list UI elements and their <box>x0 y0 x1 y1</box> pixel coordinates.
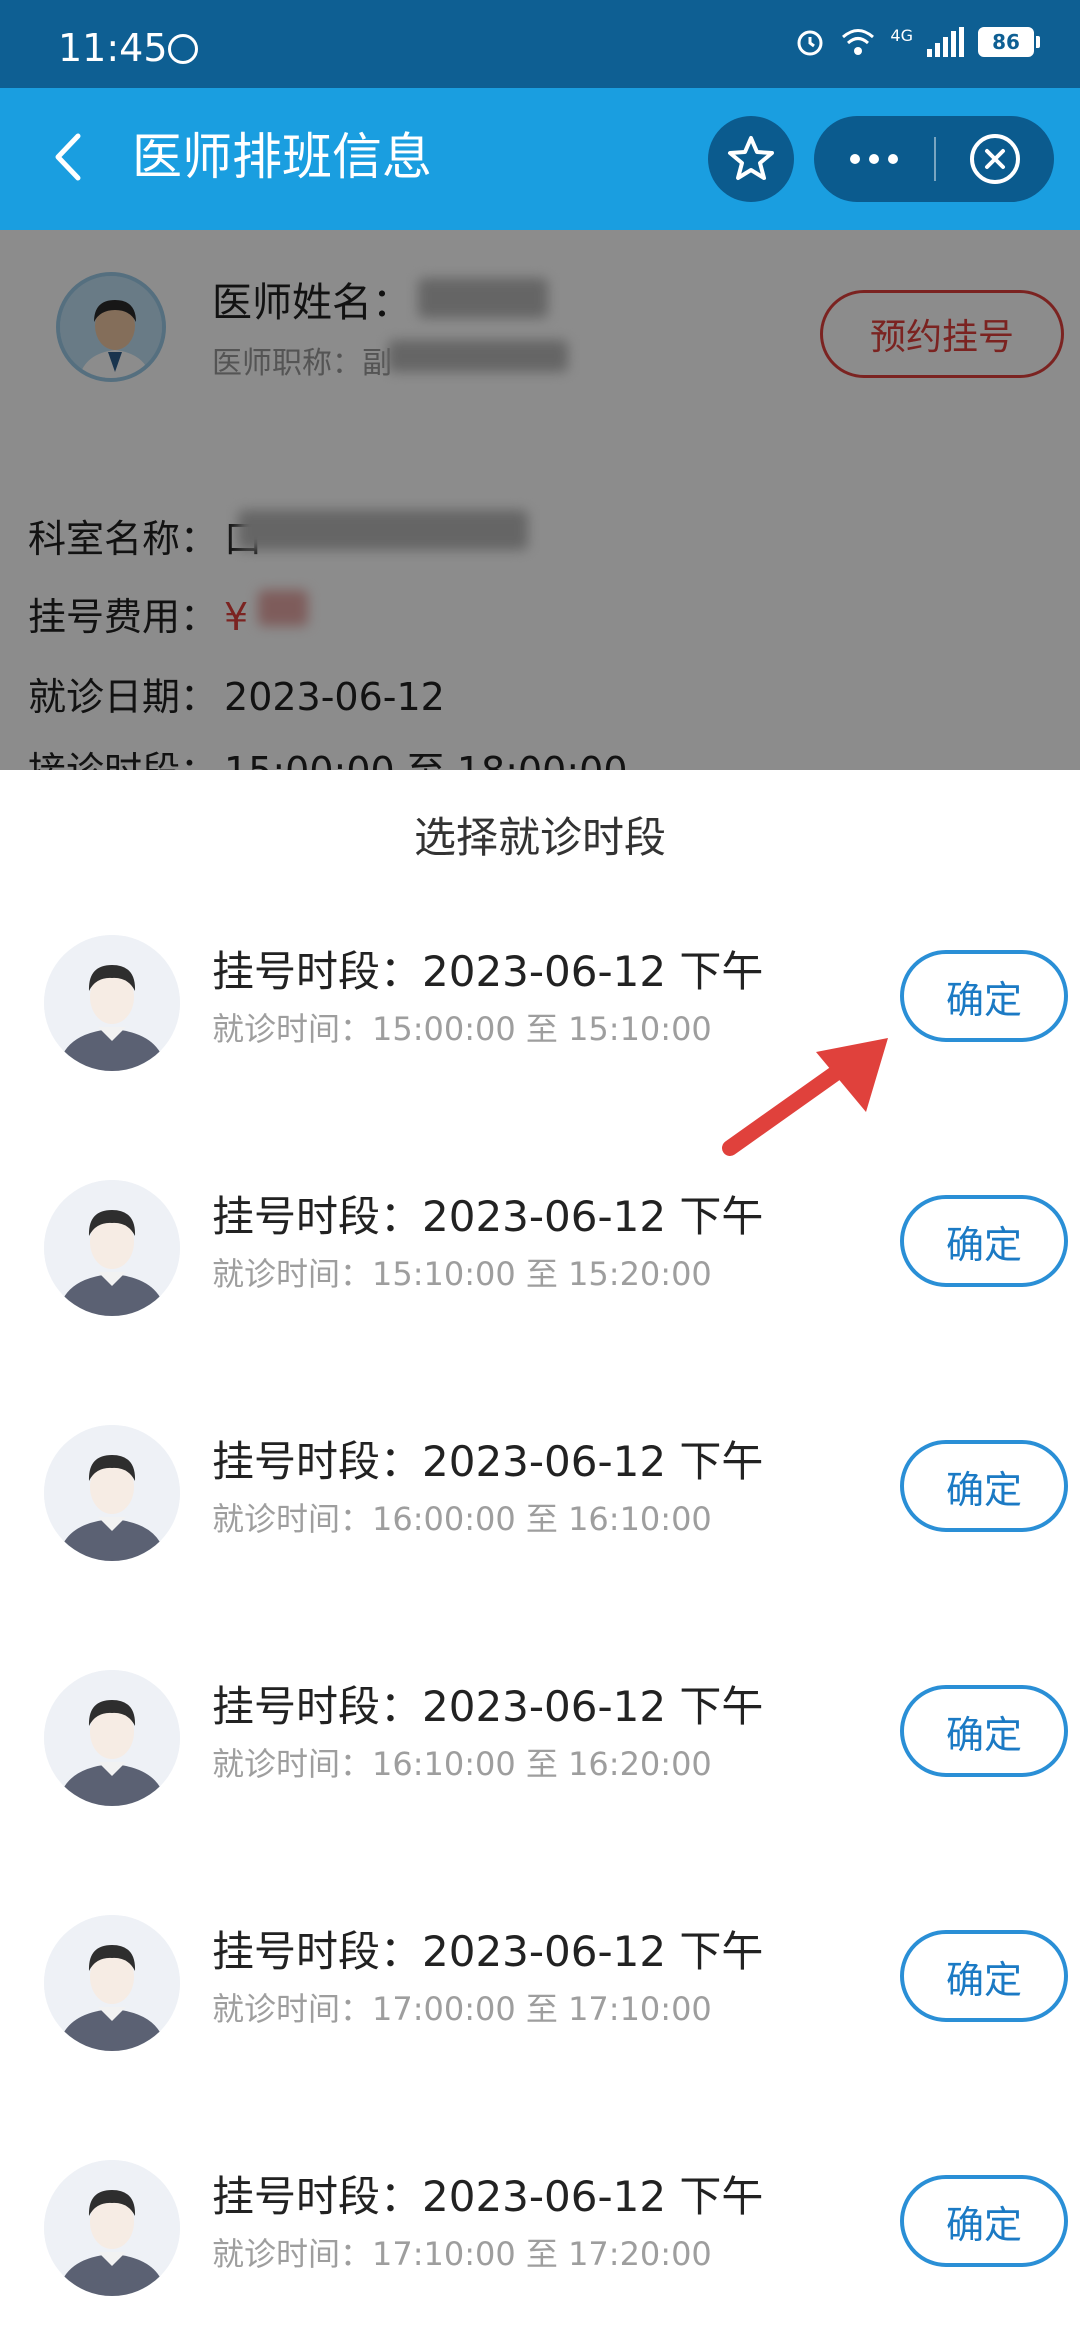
slot-time: 就诊时间：15:10:00 至 15:20:00 <box>212 1255 712 1293</box>
time-slot-item: 挂号时段：2023-06-12 下午 就诊时间：16:10:00 至 16:20… <box>0 1645 1080 1890</box>
network-type: 4G <box>890 26 913 45</box>
confirm-button[interactable]: 确定 <box>900 1440 1068 1532</box>
slot-title: 挂号时段：2023-06-12 下午 <box>212 1927 764 1976</box>
time-slot-item: 挂号时段：2023-06-12 下午 就诊时间：15:00:00 至 15:10… <box>0 910 1080 1155</box>
alarm-icon <box>797 30 823 56</box>
time-slot-item: 挂号时段：2023-06-12 下午 就诊时间：16:00:00 至 16:10… <box>0 1400 1080 1645</box>
more-button[interactable] <box>814 116 934 202</box>
star-icon <box>728 136 774 180</box>
close-icon <box>970 134 1020 184</box>
confirm-button[interactable]: 确定 <box>900 1195 1068 1287</box>
avatar <box>44 2160 180 2296</box>
modal-overlay[interactable] <box>0 230 1080 770</box>
capsule-menu <box>814 116 1054 202</box>
slot-title: 挂号时段：2023-06-12 下午 <box>212 1437 764 1486</box>
avatar <box>44 935 180 1071</box>
back-button[interactable] <box>38 122 108 192</box>
more-icon <box>850 154 860 164</box>
slot-title: 挂号时段：2023-06-12 下午 <box>212 947 764 996</box>
annotation-arrow-icon <box>722 1038 888 1156</box>
status-icons: 4G 86 <box>794 26 1040 58</box>
slot-time: 就诊时间：17:00:00 至 17:10:00 <box>212 1990 712 2028</box>
slot-time: 就诊时间：16:10:00 至 16:20:00 <box>212 1745 712 1783</box>
avatar <box>44 1425 180 1561</box>
confirm-button[interactable]: 确定 <box>900 1930 1068 2022</box>
gesture-icon <box>168 34 198 64</box>
time-slot-item: 挂号时段：2023-06-12 下午 就诊时间：15:10:00 至 15:20… <box>0 1155 1080 1400</box>
time-slot-item: 挂号时段：2023-06-12 下午 就诊时间：17:10:00 至 17:20… <box>0 2135 1080 2333</box>
confirm-button[interactable]: 确定 <box>900 1685 1068 1777</box>
page-title: 医师排班信息 <box>132 128 432 186</box>
avatar <box>44 1670 180 1806</box>
confirm-button[interactable]: 确定 <box>900 950 1068 1042</box>
nav-bar: 医师排班信息 <box>0 88 1080 230</box>
wifi-icon <box>842 29 875 55</box>
avatar <box>44 1180 180 1316</box>
slot-title: 挂号时段：2023-06-12 下午 <box>212 1682 764 1731</box>
battery-icon: 86 <box>978 27 1040 57</box>
slot-title: 挂号时段：2023-06-12 下午 <box>212 2172 764 2221</box>
avatar <box>44 1915 180 2051</box>
slot-time: 就诊时间：16:00:00 至 16:10:00 <box>212 1500 712 1538</box>
confirm-button[interactable]: 确定 <box>900 2175 1068 2267</box>
signal-icon <box>927 27 964 57</box>
slot-time: 就诊时间：15:00:00 至 15:10:00 <box>212 1010 712 1048</box>
close-button[interactable] <box>936 116 1054 202</box>
slot-title: 挂号时段：2023-06-12 下午 <box>212 1192 764 1241</box>
slot-time: 就诊时间：17:10:00 至 17:20:00 <box>212 2235 712 2273</box>
status-bar: 11:45 4G 86 <box>0 0 1080 88</box>
back-icon <box>55 133 81 181</box>
time-slot-sheet: 选择就诊时段 挂号时段：2023-06-12 下午 就诊时间：15:00:00 … <box>0 770 1080 2333</box>
favorite-button[interactable] <box>708 116 794 202</box>
time-slot-item: 挂号时段：2023-06-12 下午 就诊时间：17:00:00 至 17:10… <box>0 1890 1080 2135</box>
sheet-title: 选择就诊时段 <box>413 813 666 862</box>
battery-level: 86 <box>978 27 1034 57</box>
status-time: 11:45 <box>58 26 168 70</box>
